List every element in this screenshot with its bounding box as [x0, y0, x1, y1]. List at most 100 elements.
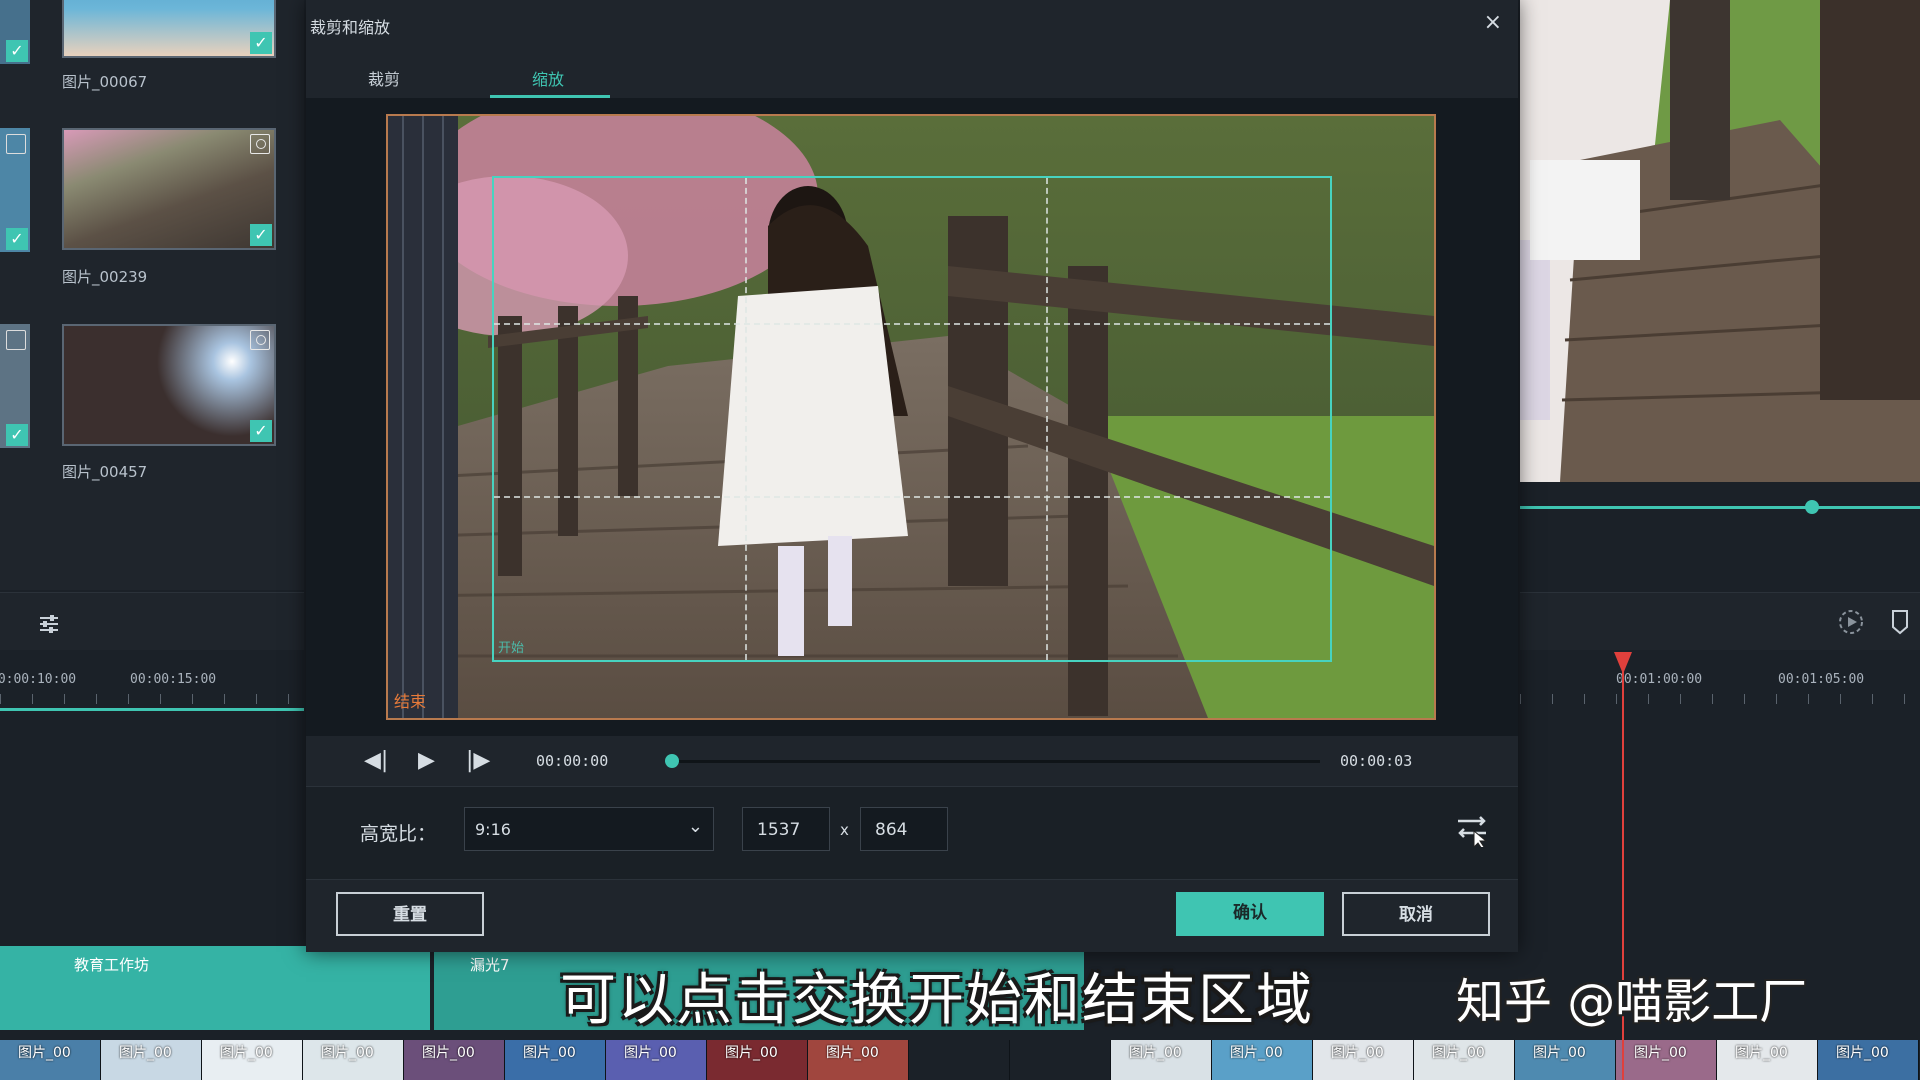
checkmark-icon: ✓ — [6, 228, 28, 250]
main-preview-window — [1520, 0, 1920, 482]
width-field[interactable]: 1537 — [742, 807, 830, 851]
guide-line — [1045, 178, 1048, 660]
marker-icon[interactable] — [1890, 609, 1910, 635]
film-clip[interactable]: 图片_00 — [404, 1040, 505, 1080]
film-clip[interactable]: 图片_00 — [1616, 1040, 1717, 1080]
height-field[interactable]: 864 — [860, 807, 948, 851]
preview-controls — [1520, 482, 1920, 592]
checkmark-icon: ✓ — [250, 224, 272, 246]
ruler-ticks — [0, 694, 304, 704]
preview-image — [1520, 0, 1920, 482]
video-frame[interactable]: 开始 结束 — [386, 114, 1436, 720]
confirm-button[interactable]: 确认 — [1176, 892, 1324, 936]
time-tick: 00:00:10:00 — [0, 672, 77, 687]
film-gap — [909, 1040, 1010, 1080]
aspect-ratio-value: 9:16 — [475, 820, 511, 839]
aspect-ratio-select[interactable]: 9:16 ⌄ — [464, 807, 714, 851]
time-tick: 00:01:00:00 — [1616, 672, 1703, 687]
timeline-range-bar — [0, 708, 304, 711]
tab-zoom[interactable]: 缩放 — [532, 66, 564, 90]
media-thumb[interactable]: ✓ — [62, 128, 276, 250]
dialog-title: 裁剪和缩放 — [310, 18, 391, 37]
dialog-tabs: 裁剪 缩放 — [306, 52, 1518, 99]
image-icon — [250, 134, 270, 154]
film-clip[interactable]: 图片_00 — [1111, 1040, 1212, 1080]
film-clip[interactable]: 图片_00 — [101, 1040, 202, 1080]
film-clip[interactable]: 图片_00 — [808, 1040, 909, 1080]
video-subtitle: 可以点击交换开始和结束区域 — [560, 968, 1314, 1033]
video-track[interactable]: 图片_00 图片_00 图片_00 图片_00 图片_00 图片_00 图片_0… — [0, 1040, 1920, 1080]
guide-line — [494, 322, 1330, 325]
clip-label: 漏光7 — [470, 956, 510, 974]
title-clip[interactable]: 教育工作坊 — [0, 946, 430, 1030]
chevron-down-icon: ⌄ — [687, 816, 703, 837]
media-label: 图片_00239 — [62, 268, 148, 286]
duration-time: 00:00:03 — [1340, 752, 1413, 770]
image-icon — [6, 134, 26, 154]
zoom-region-rect[interactable]: 开始 — [492, 176, 1332, 662]
film-gap — [1010, 1040, 1111, 1080]
film-clip[interactable]: 图片_00 — [1313, 1040, 1414, 1080]
media-label: 图片_00457 — [62, 463, 148, 481]
checkmark-icon: ✓ — [250, 420, 272, 442]
time-tick: 00:01:05:00 — [1778, 672, 1865, 687]
media-thumb[interactable]: ✓ — [62, 0, 276, 58]
scrub-track[interactable] — [672, 760, 1320, 763]
crop-zoom-dialog: 裁剪和缩放 × 裁剪 缩放 开始 结束 ◀| ▶ |▶ 00:00:00 00:… — [306, 0, 1518, 952]
end-region-label: 结束 — [394, 692, 427, 711]
checkmark-icon: ✓ — [250, 32, 272, 54]
media-thumb[interactable]: ✓ — [62, 324, 276, 446]
aspect-ratio-row: 高宽比： 9:16 ⌄ 1537 x 864 — [306, 786, 1518, 880]
film-clip[interactable]: 图片_00 — [202, 1040, 303, 1080]
step-back-icon[interactable]: ◀| — [364, 748, 388, 773]
image-icon — [6, 330, 26, 350]
film-clip[interactable]: 图片_00 — [505, 1040, 606, 1080]
film-clip[interactable]: 图片_00 — [707, 1040, 808, 1080]
timeline-ruler-left[interactable]: 00:00:10:00 00:00:15:00 — [0, 650, 304, 720]
timeline-ruler-right[interactable]: 00:01:00:00 00:01:05:00 — [1520, 650, 1920, 720]
reset-button[interactable]: 重置 — [336, 892, 484, 936]
render-preview-icon[interactable] — [1838, 609, 1864, 635]
step-forward-icon[interactable]: |▶ — [466, 748, 490, 773]
clip-label: 教育工作坊 — [74, 956, 150, 974]
film-clip[interactable]: 图片_00 — [1212, 1040, 1313, 1080]
zoom-editor-area: 开始 结束 — [306, 98, 1518, 736]
aspect-ratio-label: 高宽比： — [360, 823, 437, 845]
image-icon — [250, 330, 270, 350]
film-clip[interactable]: 图片_00 — [1818, 1040, 1919, 1080]
media-library-panel: ✓ ✓ ✓ ✓ 图片_00067 ✓ 图片_00239 ✓ 图片_00457 — [0, 0, 304, 590]
thumbnail-image — [64, 326, 274, 444]
current-time: 00:00:00 — [536, 752, 609, 770]
play-icon[interactable]: ▶ — [418, 748, 435, 773]
media-label: 图片_00067 — [62, 73, 148, 91]
scrub-knob[interactable] — [665, 754, 679, 768]
close-icon[interactable]: × — [1484, 10, 1502, 35]
left-toolbar — [0, 592, 304, 651]
right-toolbar — [1520, 592, 1920, 651]
start-region-label: 开始 — [498, 641, 525, 656]
thumbnail-image — [64, 0, 274, 56]
checkmark-icon: ✓ — [6, 40, 28, 62]
cancel-button[interactable]: 取消 — [1342, 892, 1490, 936]
checkmark-icon: ✓ — [6, 424, 28, 446]
watermark: 知乎 @喵影工厂 — [1456, 974, 1808, 1030]
time-tick: 00:00:15:00 — [130, 672, 217, 687]
preview-progress-track — [1520, 506, 1920, 509]
dimension-separator: x — [840, 821, 849, 839]
ruler-ticks — [1520, 694, 1920, 704]
film-clip[interactable]: 图片_00 — [606, 1040, 707, 1080]
film-clip[interactable]: 图片_00 — [0, 1040, 101, 1080]
tab-crop[interactable]: 裁剪 — [368, 66, 400, 90]
media-thumb-partial[interactable]: ✓ — [0, 324, 30, 448]
film-clip[interactable]: 图片_00 — [1717, 1040, 1818, 1080]
film-clip[interactable]: 图片_00 — [303, 1040, 404, 1080]
playhead-handle-icon[interactable] — [1614, 652, 1632, 674]
media-thumb-partial[interactable]: ✓ — [0, 128, 30, 252]
preview-progress-knob[interactable] — [1805, 500, 1819, 514]
film-clip[interactable]: 图片_00 — [1414, 1040, 1515, 1080]
film-clip[interactable]: 图片_00 — [1515, 1040, 1616, 1080]
media-thumb-partial[interactable]: ✓ — [0, 0, 30, 64]
swap-start-end-icon[interactable] — [1454, 811, 1490, 847]
thumbnail-image — [64, 130, 274, 248]
settings-sliders-icon[interactable] — [38, 613, 60, 635]
